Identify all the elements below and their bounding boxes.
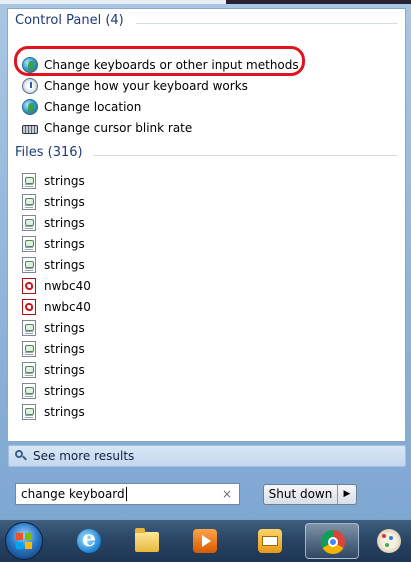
- taskbar-media-player[interactable]: [178, 523, 232, 559]
- result-change-keyboard-works[interactable]: Change how your keyboard works: [22, 75, 398, 96]
- keyboard-icon: [22, 124, 38, 134]
- document-icon: [22, 403, 36, 420]
- document-icon: [22, 340, 36, 357]
- result-label: Change how your keyboard works: [44, 78, 248, 93]
- file-explorer-icon: [135, 528, 159, 552]
- search-input-value: change keyboard: [21, 487, 125, 501]
- start-orb[interactable]: [5, 522, 43, 560]
- see-more-label: See more results: [33, 449, 135, 463]
- header-divider: [136, 23, 398, 24]
- file-result[interactable]: strings: [22, 212, 398, 233]
- result-change-location[interactable]: Change location: [22, 96, 398, 117]
- search-results-panel: Control Panel (4) Change keyboards or ot…: [7, 8, 406, 442]
- file-result[interactable]: strings: [22, 191, 398, 212]
- file-label: nwbc40: [44, 278, 91, 293]
- file-result[interactable]: strings: [22, 233, 398, 254]
- file-result[interactable]: strings: [22, 254, 398, 275]
- control-panel-group-header[interactable]: Control Panel (4): [15, 13, 398, 33]
- annotation-highlight-ring: [14, 46, 305, 76]
- file-result[interactable]: strings: [22, 338, 398, 359]
- files-group-header[interactable]: Files (316): [15, 145, 398, 165]
- file-label: strings: [44, 215, 85, 230]
- taskbar-chrome[interactable]: [305, 523, 359, 559]
- file-label: strings: [44, 173, 85, 188]
- internet-explorer-icon: [77, 526, 101, 553]
- chrome-icon: [321, 530, 345, 554]
- document-icon: [22, 172, 36, 189]
- see-more-results-button[interactable]: See more results: [8, 445, 406, 467]
- shut-down-label: Shut down: [264, 485, 338, 504]
- file-result[interactable]: strings: [22, 170, 398, 191]
- taskbar-paint[interactable]: [362, 523, 411, 559]
- taskbar-internet-explorer[interactable]: [62, 523, 116, 559]
- file-label: nwbc40: [44, 299, 91, 314]
- start-search-input[interactable]: change keyboard ×: [15, 483, 240, 505]
- file-result[interactable]: nwbc40: [22, 296, 398, 317]
- shut-down-button[interactable]: Shut down ▶: [263, 484, 357, 505]
- start-menu: Control Panel (4) Change keyboards or ot…: [0, 4, 411, 519]
- document-icon: [22, 382, 36, 399]
- result-cursor-blink-rate[interactable]: Change cursor blink rate: [22, 117, 398, 138]
- document-icon: [22, 256, 36, 273]
- document-icon: [22, 193, 36, 210]
- clear-search-icon[interactable]: ×: [222, 487, 232, 501]
- file-result[interactable]: strings: [22, 359, 398, 380]
- pdf-icon: [22, 277, 36, 294]
- file-result[interactable]: strings: [22, 380, 398, 401]
- file-label: strings: [44, 341, 85, 356]
- file-result[interactable]: strings: [22, 401, 398, 422]
- paint-icon: [377, 529, 401, 553]
- file-label: strings: [44, 194, 85, 209]
- search-icon: [15, 450, 27, 462]
- result-label: Change location: [44, 99, 142, 114]
- file-result[interactable]: strings: [22, 317, 398, 338]
- taskbar-file-explorer[interactable]: [120, 523, 174, 559]
- gauge-icon: [22, 77, 38, 94]
- file-label: strings: [44, 404, 85, 419]
- control-panel-header-label: Control Panel (4): [15, 13, 124, 28]
- file-result[interactable]: nwbc40: [22, 275, 398, 296]
- document-icon: [22, 361, 36, 378]
- header-divider: [93, 155, 398, 156]
- media-player-icon: [193, 529, 217, 553]
- taskbar-outlook[interactable]: [243, 523, 297, 559]
- globe-icon: [22, 98, 38, 115]
- document-icon: [22, 319, 36, 336]
- document-icon: [22, 235, 36, 252]
- file-label: strings: [44, 320, 85, 335]
- file-label: strings: [44, 362, 85, 377]
- document-icon: [22, 214, 36, 231]
- shut-down-options-arrow-icon[interactable]: ▶: [338, 485, 356, 504]
- file-label: strings: [44, 257, 85, 272]
- outlook-icon: [258, 529, 282, 553]
- files-header-label: Files (316): [15, 145, 83, 160]
- file-label: strings: [44, 383, 85, 398]
- pdf-icon: [22, 298, 36, 315]
- text-caret: [125, 487, 127, 501]
- result-label: Change cursor blink rate: [44, 120, 193, 135]
- file-label: strings: [44, 236, 85, 251]
